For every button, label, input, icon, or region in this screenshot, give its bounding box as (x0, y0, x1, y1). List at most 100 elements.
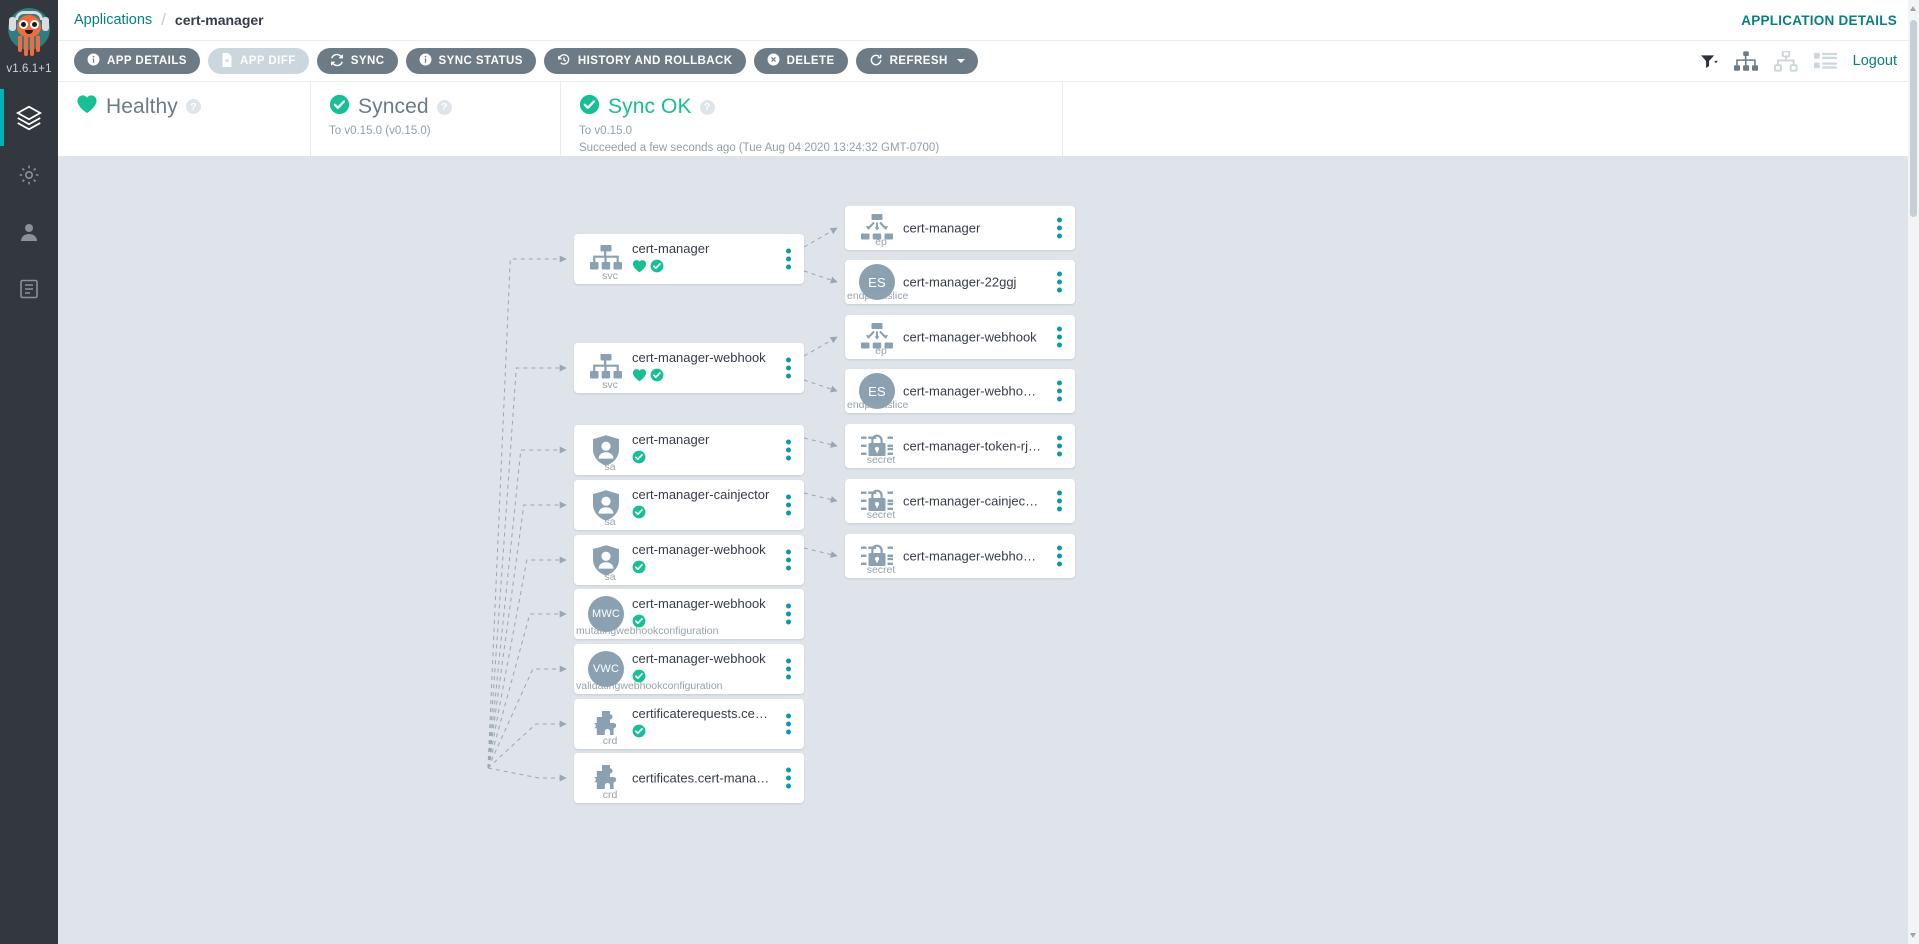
sync-status-button[interactable]: SYNC STATUS (406, 48, 536, 74)
tree-edge (488, 768, 566, 778)
tree-edge (488, 450, 566, 768)
endpoints-icon (859, 319, 895, 355)
network-view-icon[interactable] (1774, 51, 1798, 72)
node-menu-button[interactable] (1054, 324, 1065, 351)
sync-button-label: SYNC (351, 55, 385, 67)
resource-name: cert-manager (632, 431, 770, 448)
resource-name: cert-manager (903, 220, 1041, 237)
node-menu-button[interactable] (783, 601, 794, 628)
refresh-button[interactable]: REFRESH (856, 48, 978, 74)
resource-node-svc-cert-manager-webhook[interactable]: svc cert-manager-webhook (574, 343, 804, 393)
gear-icon (17, 163, 41, 187)
health-help-icon[interactable]: ? (186, 99, 201, 114)
node-menu-button[interactable] (783, 246, 794, 273)
node-menu-button[interactable] (1054, 215, 1065, 242)
breadcrumb-applications[interactable]: Applications (74, 12, 152, 28)
vertical-scrollbar[interactable] (1908, 0, 1919, 944)
delete-circle-icon (767, 53, 780, 69)
resource-node-ep-cert-manager-webhook[interactable]: ep cert-manager-webhook (845, 315, 1075, 359)
resource-node-sa-cert-manager[interactable]: sa cert-manager (574, 425, 804, 475)
node-menu-button[interactable] (783, 355, 794, 382)
kind-badge-es: ES (859, 373, 895, 409)
node-menu-button[interactable] (783, 547, 794, 574)
resource-status-badges (632, 614, 770, 633)
heart-icon (632, 368, 647, 387)
resource-node-svc-cert-manager[interactable]: svc cert-manager (574, 234, 804, 284)
resource-node-secret-cert-manager-webhook-token[interactable]: secret cert-manager-webhook-token-v... (845, 534, 1075, 578)
shield-user-icon (588, 487, 624, 523)
tree-edge (804, 380, 837, 391)
node-menu-button[interactable] (1054, 488, 1065, 515)
history-icon (557, 53, 571, 70)
node-menu-button[interactable] (783, 492, 794, 519)
app-diff-button[interactable]: APP DIFF (208, 48, 309, 74)
file-diff-icon (221, 53, 233, 70)
chevron-down-icon (957, 59, 965, 63)
sync-status-title: Synced (358, 95, 429, 119)
filter-icon[interactable] (1701, 54, 1718, 69)
tree-edge (488, 614, 566, 768)
list-view-icon[interactable] (1814, 52, 1837, 70)
app-details-button-label: APP DETAILS (107, 55, 187, 67)
sync-status-subtitle: To v0.15.0 (v0.15.0) (329, 123, 560, 140)
resource-node-sa-cert-manager-cainjector[interactable]: sa cert-manager-cainjector (574, 480, 804, 530)
resource-name: cert-manager-webhook (632, 595, 770, 612)
scrollbar-thumb[interactable] (1910, 20, 1917, 217)
resource-name: cert-manager-webhook (903, 329, 1041, 346)
scroll-down-arrow[interactable] (1910, 933, 1916, 938)
sidebar-item-documentation[interactable] (0, 260, 58, 317)
resource-node-eps-cert-manager-22ggj[interactable]: ES endpointslice cert-manager-22ggj (845, 260, 1075, 304)
resource-status-badges (632, 724, 770, 743)
sync-icon (330, 53, 344, 70)
logout-link[interactable]: Logout (1853, 53, 1897, 69)
resource-node-ep-cert-manager[interactable]: ep cert-manager (845, 206, 1075, 250)
application-details-link[interactable]: APPLICATION DETAILS (1741, 13, 1897, 28)
resource-node-secret-cert-manager-token-rjskc[interactable]: secret cert-manager-token-rjskc (845, 424, 1075, 468)
resource-name: cert-manager-webhook (632, 650, 770, 667)
kind-badge-mwc: MWC (588, 596, 624, 632)
resource-node-crd-certificates[interactable]: crd certificates.cert-manager.io (574, 753, 804, 803)
check-circle-icon (632, 614, 646, 633)
resource-node-mwc-cert-manager-webhook[interactable]: MWC mutatingwebhookconfiguration cert-ma… (574, 589, 804, 639)
sync-help-icon[interactable]: ? (437, 100, 452, 115)
node-menu-button[interactable] (1054, 378, 1065, 405)
tree-view-icon[interactable] (1734, 51, 1758, 72)
puzzle-icon (588, 760, 624, 796)
resource-node-sa-cert-manager-webhook[interactable]: sa cert-manager-webhook (574, 535, 804, 585)
history-and-rollback-button[interactable]: HISTORY AND ROLLBACK (544, 48, 746, 74)
delete-button-label: DELETE (787, 55, 835, 67)
node-menu-button[interactable] (783, 765, 794, 792)
sidebar-item-applications[interactable] (0, 89, 58, 146)
resource-node-eps-cert-manager-webhook-vjbzh[interactable]: ES endpointslice cert-manager-webhook-vj… (845, 369, 1075, 413)
sync-result-help-icon[interactable]: ? (700, 100, 715, 115)
resource-tree-canvas[interactable]: svc cert-manager svc cert-manager-webhoo… (58, 156, 1919, 944)
resource-name: certificaterequests.cert-manag... (632, 705, 770, 722)
node-menu-button[interactable] (783, 437, 794, 464)
tree-edge (804, 228, 837, 247)
node-menu-button[interactable] (783, 711, 794, 738)
sitemap-icon (588, 241, 624, 277)
tree-edge (488, 505, 566, 768)
check-circle-icon (650, 368, 664, 387)
sync-button[interactable]: SYNC (317, 48, 398, 74)
node-menu-button[interactable] (1054, 269, 1065, 296)
node-menu-button[interactable] (1054, 543, 1065, 570)
history-and-rollback-button-label: HISTORY AND ROLLBACK (578, 55, 733, 67)
resource-status-badges (632, 560, 770, 579)
app-details-button[interactable]: APP DETAILS (74, 48, 200, 74)
scroll-up-arrow[interactable] (1910, 6, 1916, 11)
breadcrumb-current: cert-manager (175, 12, 264, 28)
resource-node-vwc-cert-manager-webhook[interactable]: VWC validatingwebhookconfiguration cert-… (574, 644, 804, 694)
node-menu-button[interactable] (1054, 433, 1065, 460)
refresh-icon (869, 53, 883, 70)
delete-button[interactable]: DELETE (754, 48, 848, 74)
argo-logo[interactable]: v1.6.1+1 (0, 6, 58, 75)
resource-node-secret-cert-manager-cainjector-token[interactable]: secret cert-manager-cainjector-token-... (845, 479, 1075, 523)
resource-status-badges (632, 669, 770, 688)
node-menu-button[interactable] (783, 656, 794, 683)
sync-status-cell: Synced ? To v0.15.0 (v0.15.0) (310, 82, 560, 156)
sidebar-item-settings[interactable] (0, 146, 58, 203)
sitemap-icon (588, 350, 624, 386)
sidebar-item-user-info[interactable] (0, 203, 58, 260)
resource-node-crd-certificaterequests[interactable]: crd certificaterequests.cert-manag... (574, 699, 804, 749)
